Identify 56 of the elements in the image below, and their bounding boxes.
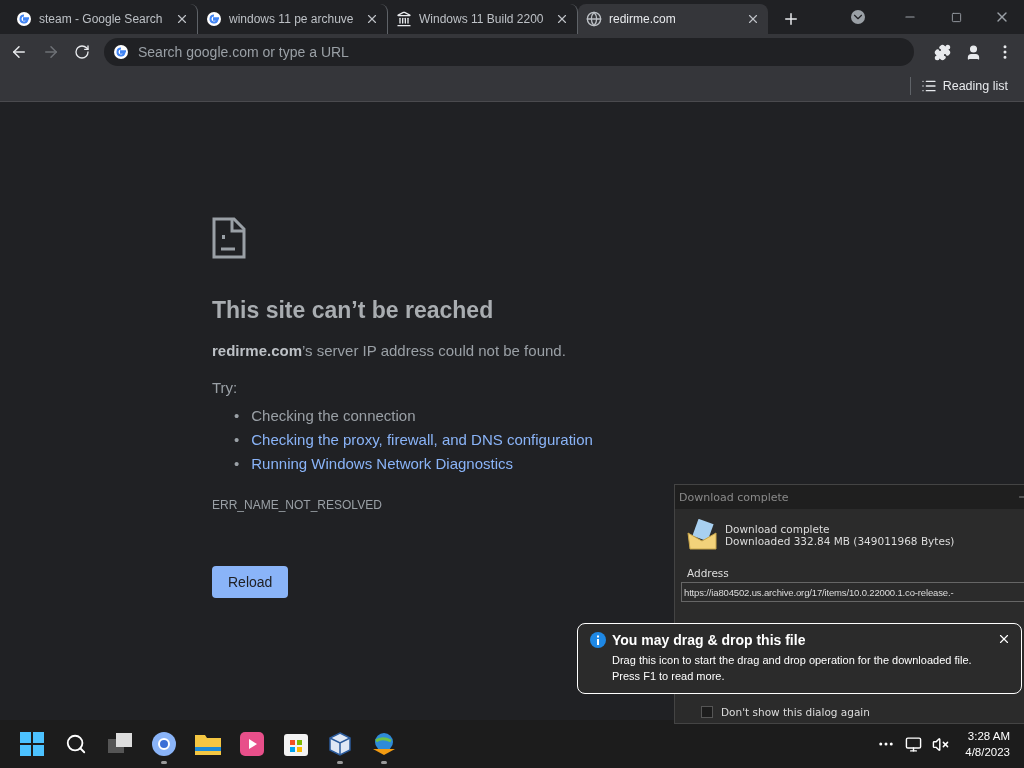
address-label: Address [687, 567, 730, 579]
balloon-text: Drag this icon to start the drag and drop operation for the downloaded file. Press F1 to read more. [612, 653, 973, 684]
store-icon [284, 732, 308, 756]
suggestion-link[interactable]: Running Windows Network Diagnostics [251, 452, 514, 476]
close-icon[interactable] [175, 12, 189, 26]
globe-download-icon [371, 732, 397, 756]
puzzle-icon[interactable] [934, 43, 951, 61]
reading-list-button[interactable]: Reading list [909, 76, 1014, 95]
suggestion-text: Checking the connection [251, 406, 416, 426]
close-icon [997, 632, 1011, 646]
muted-speaker-icon[interactable] [932, 735, 950, 753]
profile-icon[interactable] [965, 43, 982, 61]
windows-logo-icon [20, 732, 44, 756]
running-indicator [381, 761, 387, 764]
close-icon[interactable] [365, 12, 379, 26]
building-icon [396, 11, 412, 27]
download-size: Downloaded 332.84 MB (349011968 Bytes) [725, 535, 955, 547]
bullet: • [234, 454, 240, 474]
clock[interactable]: 3:28 AM 4/8/2023 [965, 728, 1010, 760]
address-bar[interactable]: Search google.com or type a URL [104, 38, 914, 66]
task-view-icon [108, 733, 132, 755]
try-label: Try: [212, 379, 239, 396]
running-indicator [161, 761, 167, 764]
checkbox-label: Don't show this dialog again [721, 706, 870, 718]
address-field[interactable]: https://ia804502.us.archive.org/17/items/10.0.22000.1.co-release.- [681, 582, 1024, 602]
envelope-icon [687, 519, 717, 551]
search-icon [65, 733, 87, 755]
tab-search-icon[interactable] [851, 10, 865, 24]
google-icon [16, 11, 32, 27]
browser-tab[interactable]: redirme.com [578, 4, 768, 34]
error-message: redirme.com’s server IP address could not be found. [212, 342, 567, 359]
checkbox[interactable] [701, 706, 713, 718]
balloon-title: You may drag & drop this file [612, 632, 806, 648]
close-icon[interactable] [746, 12, 760, 26]
error-heading: This site can’t be reached [212, 297, 495, 324]
reload-page-button[interactable]: Reload [212, 566, 289, 598]
restore-icon[interactable] [951, 11, 962, 23]
sad-page-icon [212, 217, 246, 259]
suggestion-link[interactable]: Checking the proxy, firewall, and DNS configuration [251, 428, 593, 452]
globe-icon [586, 11, 602, 27]
download-status: Download complete [725, 523, 831, 535]
bullet: • [234, 430, 240, 450]
folder-icon [195, 733, 221, 755]
google-icon [206, 11, 222, 27]
network-icon[interactable] [905, 735, 923, 753]
back-icon[interactable] [10, 43, 28, 61]
running-indicator [337, 761, 343, 764]
play-icon [240, 732, 264, 756]
info-icon [590, 632, 606, 648]
cube-icon [328, 732, 352, 756]
bullet: • [234, 406, 240, 426]
reload-icon[interactable] [74, 44, 90, 60]
new-tab-icon[interactable] [782, 10, 800, 28]
close-icon[interactable] [555, 12, 569, 26]
dialog-title: Download complete [679, 490, 789, 504]
browser-icon [152, 732, 176, 756]
